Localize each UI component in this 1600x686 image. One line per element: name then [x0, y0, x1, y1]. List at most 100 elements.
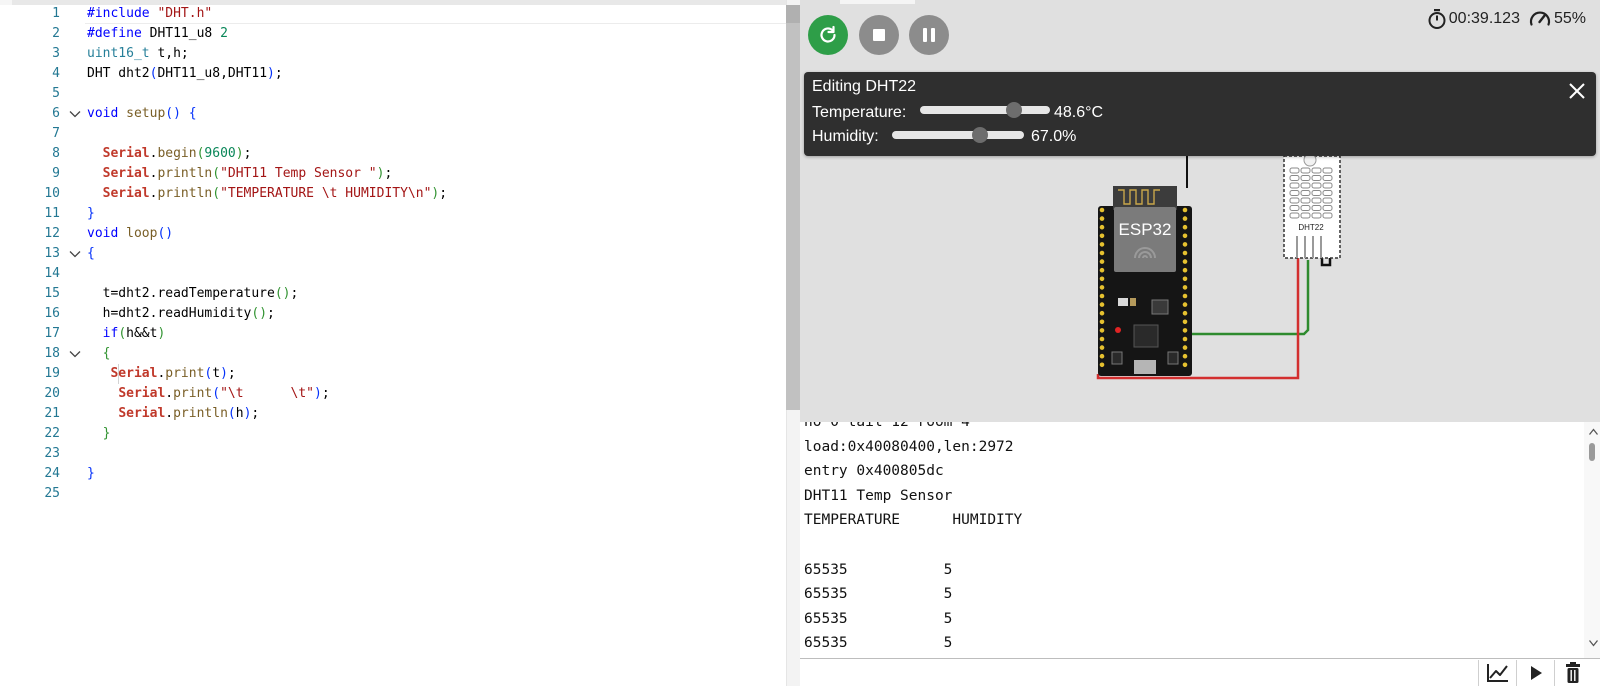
header-pin[interactable]	[1099, 328, 1105, 333]
header-pin[interactable]	[1099, 250, 1105, 256]
code-line[interactable]: 12 void loop()	[0, 224, 786, 244]
header-pin[interactable]	[1099, 302, 1105, 307]
code-line[interactable]: 23	[0, 444, 786, 464]
scroll-up-icon[interactable]	[1589, 428, 1598, 435]
plotter-button[interactable]	[1478, 660, 1515, 686]
code-token: ;	[274, 66, 283, 81]
header-pin[interactable]	[1099, 353, 1105, 359]
fold-chevron-icon[interactable]	[68, 104, 82, 124]
header-pin[interactable]	[1182, 233, 1188, 239]
header-pin[interactable]	[1182, 259, 1188, 264]
header-pin[interactable]	[1099, 285, 1105, 290]
header-pin[interactable]	[1099, 336, 1105, 342]
send-button[interactable]	[1516, 660, 1553, 686]
header-pin[interactable]	[1099, 362, 1105, 368]
header-pin[interactable]	[1182, 310, 1188, 316]
header-pin[interactable]	[1182, 293, 1188, 299]
header-pin[interactable]	[1182, 328, 1188, 333]
code-token: h	[235, 406, 244, 421]
header-pin[interactable]	[1182, 319, 1188, 325]
header-pin[interactable]	[1182, 207, 1188, 213]
circuit-diagram[interactable]: ESP32 DHT22	[800, 0, 1600, 422]
header-pin[interactable]	[1099, 224, 1105, 230]
header-pin[interactable]	[1182, 336, 1188, 342]
header-pin[interactable]	[1182, 353, 1188, 359]
header-pin[interactable]	[1099, 233, 1105, 239]
grille-slot	[1322, 182, 1333, 189]
code-line[interactable]: 22 }	[0, 424, 786, 444]
header-pin[interactable]	[1099, 259, 1105, 264]
header-pin[interactable]	[1099, 216, 1105, 221]
code-line[interactable]: 15 t=dht2.readTemperature();	[0, 284, 786, 304]
header-pin[interactable]	[1182, 224, 1188, 230]
header-pin[interactable]	[1182, 216, 1188, 221]
editor-scrollbar-thumb[interactable]	[786, 5, 800, 410]
serial-scrollbar-thumb[interactable]	[1589, 443, 1595, 461]
code-line[interactable]: 16 h=dht2.readHumidity();	[0, 304, 786, 324]
scroll-down-icon[interactable]	[1589, 640, 1598, 647]
code-line[interactable]: 18 {	[0, 344, 786, 364]
code-line[interactable]: 11}	[0, 204, 786, 224]
esp32-board[interactable]: ESP32	[1098, 186, 1192, 376]
code-editor[interactable]: 1 #include "DHT.h" 2 #define DHT11_u8 2 3 uin…	[0, 0, 786, 686]
temperature-value: 48.6°C	[1054, 104, 1104, 121]
fold-chevron-icon[interactable]	[68, 344, 82, 364]
code-line[interactable]: 9 Serial.println("DHT11 Temp Sensor ");	[0, 164, 786, 184]
serial-input[interactable]	[800, 659, 1478, 686]
code-line[interactable]: 2 #define DHT11_u8 2	[0, 24, 786, 44]
code-text: uint16_t t,h;	[87, 44, 189, 64]
code-token: Serial	[102, 186, 150, 201]
code-line[interactable]: 14	[0, 264, 786, 284]
code-line[interactable]: 4 DHT dht2(DHT11_u8,DHT11);	[0, 64, 786, 84]
sensor-edit-panel[interactable]: Editing DHT22 Temperature: 48.6°C Humidi…	[804, 72, 1596, 156]
code-line[interactable]: 21 Serial.println(h);	[0, 404, 786, 424]
code-line[interactable]: 5	[0, 84, 786, 104]
header-pin[interactable]	[1099, 276, 1105, 282]
code-line[interactable]: 8 Serial.begin(9600);	[0, 144, 786, 164]
code-line[interactable]: 17 if(h&&t)	[0, 324, 786, 344]
code-line[interactable]: 1 #include "DHT.h"	[0, 4, 786, 24]
temperature-slider-handle[interactable]	[1005, 102, 1022, 118]
header-pin[interactable]	[1099, 319, 1105, 325]
fold-chevron-icon[interactable]	[68, 244, 82, 264]
code-line[interactable]: 25	[0, 484, 786, 504]
temperature-slider[interactable]	[920, 102, 1050, 118]
close-icon[interactable]	[1568, 82, 1586, 100]
code-line[interactable]: 3 uint16_t t,h;	[0, 44, 786, 64]
wire-green-data[interactable]	[1190, 260, 1310, 336]
header-pin[interactable]	[1182, 276, 1188, 282]
code-token: ;	[290, 286, 299, 301]
header-pin[interactable]	[1099, 207, 1105, 213]
humidity-slider-handle[interactable]	[972, 127, 989, 143]
code-line[interactable]: 7	[0, 124, 786, 144]
serial-line: 65535 5	[804, 635, 953, 652]
clear-button[interactable]	[1554, 660, 1600, 686]
header-pin[interactable]	[1182, 267, 1188, 273]
dht22-sensor[interactable]: DHT22	[1283, 153, 1341, 259]
line-number: 24	[44, 466, 60, 481]
code-line[interactable]: 20 Serial.print("\t \t");	[0, 384, 786, 404]
header-pin[interactable]	[1099, 267, 1105, 273]
code-line[interactable]: 6 void setup() {	[0, 104, 786, 124]
code-line[interactable]: 24}	[0, 464, 786, 484]
simulation-canvas[interactable]: 00:39.123 55% ESP32 DHT22 Editing DHT22 …	[800, 0, 1600, 422]
boot-button[interactable]	[1111, 351, 1123, 365]
header-pin[interactable]	[1182, 285, 1188, 290]
header-pin[interactable]	[1182, 242, 1188, 247]
code-line[interactable]: 19 Serial.print(t);	[0, 364, 786, 384]
code-line[interactable]: 13 {	[0, 244, 786, 264]
en-button[interactable]	[1167, 351, 1179, 365]
serial-monitor-output[interactable]: ho 0 tail 12 room 4 load:0x40080400,len:2…	[800, 422, 1600, 658]
humidity-slider[interactable]	[892, 127, 1024, 143]
line-number: 18	[44, 346, 60, 361]
header-pin[interactable]	[1099, 345, 1105, 350]
header-pin[interactable]	[1182, 362, 1188, 368]
header-pin[interactable]	[1099, 242, 1105, 247]
header-pin[interactable]	[1182, 250, 1188, 256]
header-pin[interactable]	[1182, 345, 1188, 350]
header-pin[interactable]	[1182, 302, 1188, 307]
header-pin[interactable]	[1099, 310, 1105, 316]
code-line[interactable]: 10 Serial.println("TEMPERATURE \t HUMIDI…	[0, 184, 786, 204]
header-pin[interactable]	[1099, 293, 1105, 299]
